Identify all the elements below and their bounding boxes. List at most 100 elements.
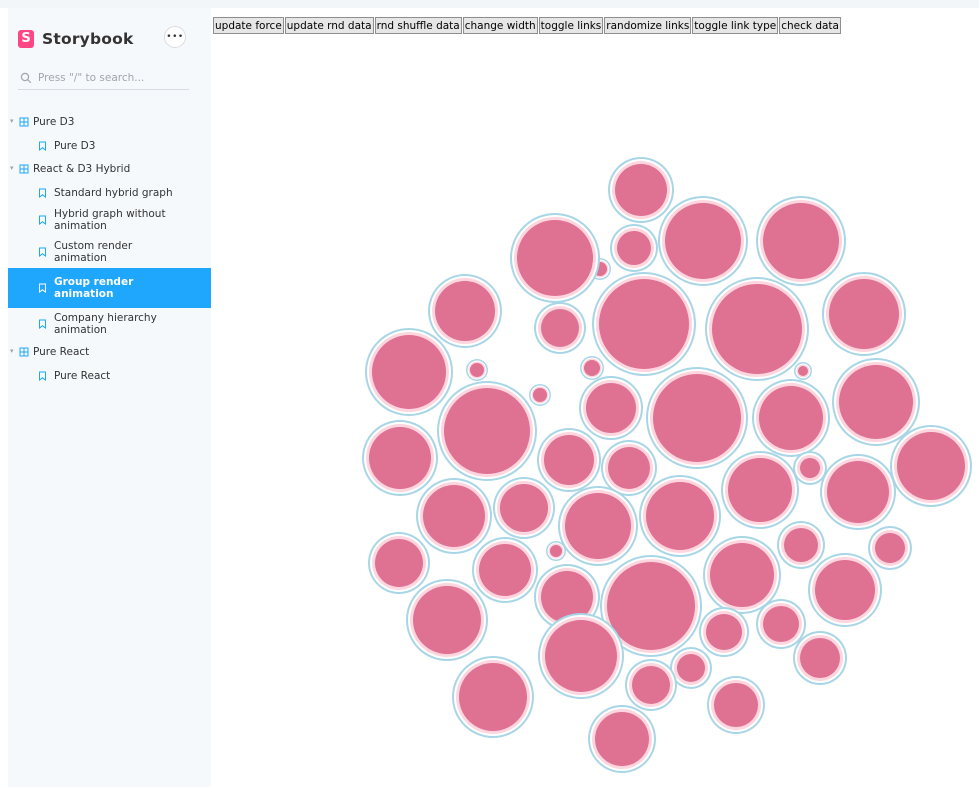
bookmark-icon bbox=[39, 141, 46, 151]
node-circle bbox=[607, 562, 695, 650]
story-tree: ▾ Pure D3 Pure D3 ▾ React & D3 Hybrid Standar… bbox=[8, 110, 211, 387]
graph-node[interactable] bbox=[756, 599, 806, 649]
graph-node[interactable] bbox=[538, 613, 624, 699]
nav-story[interactable]: Standard hybrid graph bbox=[8, 181, 211, 204]
chevron-down-icon[interactable]: ▾ bbox=[10, 117, 14, 125]
graph-node[interactable] bbox=[437, 381, 537, 481]
graph-node[interactable] bbox=[822, 272, 906, 356]
graph-node[interactable] bbox=[832, 358, 920, 446]
graph-node[interactable] bbox=[707, 676, 765, 734]
graph-node[interactable] bbox=[534, 302, 586, 354]
graph-node[interactable] bbox=[608, 157, 674, 223]
graph-node[interactable] bbox=[588, 705, 656, 773]
graph-node[interactable] bbox=[699, 607, 749, 657]
change-width-button[interactable]: change width bbox=[462, 17, 538, 34]
graph-node[interactable] bbox=[890, 425, 972, 507]
graph-node[interactable] bbox=[793, 451, 827, 485]
graph-node[interactable] bbox=[794, 362, 812, 380]
node-circle bbox=[712, 284, 802, 374]
node-circle bbox=[517, 220, 593, 296]
nav-story[interactable]: Hybrid graph without animation bbox=[8, 204, 211, 236]
nav-story[interactable]: Pure D3 bbox=[8, 134, 211, 157]
nav-story-active[interactable]: Group render animation bbox=[8, 268, 211, 308]
check-data-button[interactable]: check data bbox=[779, 17, 841, 34]
node-circle bbox=[372, 335, 446, 409]
graph-node[interactable] bbox=[368, 532, 430, 594]
graph-node[interactable] bbox=[646, 367, 748, 469]
graph-node[interactable] bbox=[537, 428, 601, 492]
graph-node[interactable] bbox=[808, 553, 882, 627]
graph-node[interactable] bbox=[466, 359, 488, 381]
graph-node[interactable] bbox=[868, 526, 912, 570]
nav-story[interactable]: Pure React bbox=[8, 364, 211, 387]
graph-node[interactable] bbox=[510, 213, 600, 303]
node-circle bbox=[759, 386, 823, 450]
node-circle bbox=[875, 533, 905, 563]
update-rnd-data-button[interactable]: update rnd data bbox=[284, 17, 374, 34]
node-circle bbox=[763, 606, 799, 642]
graph-node[interactable] bbox=[493, 477, 555, 539]
node-circle bbox=[714, 683, 758, 727]
sidebar-menu-button[interactable]: ••• bbox=[164, 26, 186, 48]
toggle-link-type-button[interactable]: toggle link type bbox=[692, 17, 779, 34]
graph-node[interactable] bbox=[406, 579, 488, 661]
graph-node[interactable] bbox=[752, 379, 830, 457]
toolbar: update force update rnd data rnd shuffle… bbox=[213, 17, 842, 34]
graph-node[interactable] bbox=[365, 328, 453, 416]
node-circle bbox=[550, 545, 562, 557]
graph-node[interactable] bbox=[610, 224, 658, 272]
graph-node[interactable] bbox=[756, 196, 846, 286]
chevron-down-icon[interactable]: ▾ bbox=[10, 164, 14, 172]
nav-item-label: Pure React bbox=[33, 346, 90, 358]
graph-node[interactable] bbox=[529, 384, 551, 406]
graph-node[interactable] bbox=[452, 656, 534, 738]
nav-story[interactable]: Company hierarchy animation bbox=[8, 308, 211, 340]
graph-node[interactable] bbox=[777, 521, 825, 569]
nav-group[interactable]: ▾ React & D3 Hybrid bbox=[8, 157, 211, 181]
nav-group[interactable]: ▾ Pure React bbox=[8, 340, 211, 364]
graph-node[interactable] bbox=[793, 631, 847, 685]
graph-canvas[interactable] bbox=[213, 34, 979, 787]
bookmark-icon bbox=[39, 371, 46, 381]
node-circle bbox=[728, 458, 792, 522]
graph-node[interactable] bbox=[416, 478, 492, 554]
nav-story[interactable]: Custom render animation bbox=[8, 236, 211, 268]
graph-node[interactable] bbox=[558, 486, 638, 566]
graph-node[interactable] bbox=[705, 277, 809, 381]
nav-item-label: Pure D3 bbox=[54, 139, 96, 152]
graph-node[interactable] bbox=[639, 475, 721, 557]
node-circle bbox=[375, 539, 423, 587]
node-circle bbox=[444, 388, 530, 474]
chevron-down-icon[interactable]: ▾ bbox=[10, 347, 14, 355]
search-bar[interactable] bbox=[18, 66, 189, 90]
toggle-links-button[interactable]: toggle links bbox=[538, 17, 604, 34]
graph-node[interactable] bbox=[428, 274, 502, 348]
graph-node[interactable] bbox=[546, 541, 566, 561]
graph-node[interactable] bbox=[625, 659, 677, 711]
update-force-button[interactable]: update force bbox=[213, 17, 284, 34]
graph-node[interactable] bbox=[601, 440, 657, 496]
nav-item-label: Company hierarchy animation bbox=[54, 312, 157, 336]
node-circle bbox=[798, 366, 808, 376]
graph-node[interactable] bbox=[362, 420, 438, 496]
graph-node[interactable] bbox=[472, 537, 538, 603]
node-circle bbox=[800, 458, 820, 478]
rnd-shuffle-data-button[interactable]: rnd shuffle data bbox=[374, 17, 462, 34]
search-input[interactable] bbox=[33, 71, 188, 84]
graph-node[interactable] bbox=[592, 272, 696, 376]
nav-item-label: Standard hybrid graph bbox=[54, 186, 173, 199]
bookmark-icon bbox=[39, 247, 46, 257]
brand[interactable]: S Storybook bbox=[18, 28, 133, 50]
top-strip bbox=[0, 0, 979, 8]
brand-name: Storybook bbox=[42, 30, 134, 48]
graph-node[interactable] bbox=[721, 451, 799, 529]
randomize-links-button[interactable]: randomize links bbox=[604, 17, 692, 34]
graph-node[interactable] bbox=[820, 454, 896, 530]
graph-node[interactable] bbox=[580, 356, 604, 380]
search-icon bbox=[20, 72, 32, 83]
storybook-logo-icon: S bbox=[18, 30, 34, 48]
graph-node[interactable] bbox=[658, 196, 748, 286]
force-graph[interactable] bbox=[213, 34, 979, 787]
nav-group[interactable]: ▾ Pure D3 bbox=[8, 110, 211, 134]
graph-node[interactable] bbox=[579, 376, 643, 440]
